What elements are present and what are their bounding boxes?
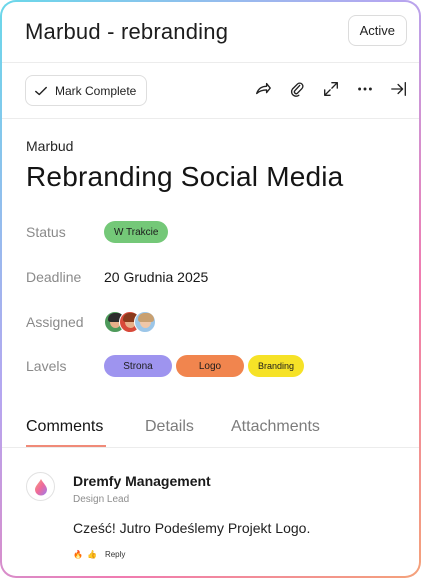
comment-author[interactable]: Dremfy Management (73, 473, 211, 489)
more-icon[interactable] (355, 79, 375, 99)
collapse-right-icon[interactable] (389, 79, 409, 99)
check-icon (35, 86, 47, 95)
assignee-avatars[interactable] (104, 311, 156, 333)
status-label: Status (26, 224, 66, 240)
assigned-row: Assigned (26, 308, 406, 336)
deadline-value[interactable]: 20 Grudnia 2025 (104, 269, 208, 285)
comment-author-role: Design Lead (73, 494, 130, 505)
level-tag-strona[interactable]: Strona (104, 355, 172, 377)
deadline-label: Deadline (26, 269, 82, 285)
level-tag-logo[interactable]: Logo (176, 355, 244, 377)
task-panel: Marbud - rebranding Active Mark Complete (2, 2, 419, 576)
task-title: Rebranding Social Media (26, 161, 344, 192)
toolbar-divider (2, 118, 419, 119)
drop-logo-icon (34, 478, 47, 495)
level-tag-branding[interactable]: Branding (248, 355, 304, 377)
comment-avatar (26, 472, 55, 501)
frame: Marbud - rebranding Active Mark Complete (0, 0, 421, 578)
paperclip-icon[interactable] (287, 79, 307, 99)
avatar[interactable] (134, 311, 156, 333)
tabs-divider (2, 447, 419, 448)
project-breadcrumb[interactable]: Marbud (26, 138, 73, 154)
thumbs-up-reaction-icon[interactable]: 👍 (87, 550, 97, 559)
levels-label: Lavels (26, 358, 67, 374)
panel-header: Marbud - rebranding Active (2, 2, 419, 62)
share-icon[interactable] (253, 79, 273, 99)
status-row: Status W Trakcie (26, 218, 406, 246)
fire-reaction-icon[interactable]: 🔥 (73, 550, 83, 559)
status-chip[interactable]: Active (347, 15, 407, 46)
tab-details[interactable]: Details (145, 418, 194, 436)
toolbar: Mark Complete (2, 63, 419, 119)
comment-reactions: 🔥 👍 Reply (73, 550, 125, 559)
detail-tabs: Comments Details Attachments (2, 412, 419, 448)
status-badge[interactable]: W Trakcie (104, 221, 169, 243)
expand-icon[interactable] (321, 79, 341, 99)
mark-complete-button[interactable]: Mark Complete (25, 75, 148, 106)
panel-title: Marbud - rebranding (25, 19, 229, 44)
mark-complete-label: Mark Complete (55, 83, 137, 98)
comment-text: Cześć! Jutro Podeślemy Projekt Logo. (73, 520, 311, 536)
levels-row: Lavels Strona Logo Branding (26, 352, 406, 380)
toolbar-actions (253, 79, 409, 99)
assigned-label: Assigned (26, 314, 84, 330)
deadline-row: Deadline 20 Grudnia 2025 (26, 263, 406, 291)
tab-attachments[interactable]: Attachments (231, 418, 320, 436)
reply-button[interactable]: Reply (105, 550, 125, 559)
tab-comments[interactable]: Comments (26, 418, 103, 436)
